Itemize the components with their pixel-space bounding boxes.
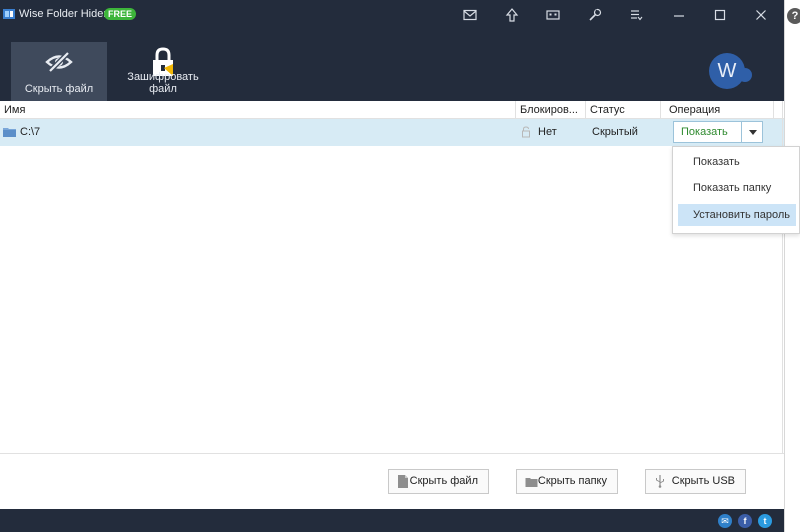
- upgrade-icon[interactable]: [504, 7, 520, 23]
- background-window-strip: [784, 0, 800, 532]
- column-header-lock[interactable]: Блокиров...: [516, 101, 586, 119]
- free-badge: FREE: [104, 8, 137, 20]
- menu-item-set-password[interactable]: Установить пароль: [678, 204, 796, 226]
- unlocked-icon: [522, 126, 530, 138]
- hidden-eye-icon: [45, 51, 73, 73]
- app-logo-icon: [3, 9, 15, 19]
- operation-dropdown[interactable]: Показать: [673, 121, 763, 143]
- mail-icon[interactable]: ✉: [718, 514, 732, 528]
- tools-icon[interactable]: [587, 7, 603, 23]
- usb-icon: [656, 475, 664, 488]
- main-toolbar: Скрыть файл Зашифровать файл: [0, 30, 784, 101]
- hide-file-tool-label: Скрыть файл: [24, 83, 94, 95]
- hide-usb-button-label: Скрыть USB: [671, 475, 735, 487]
- table-header: Имя Блокиров... Статус Операция: [0, 101, 784, 119]
- hide-file-tool-button[interactable]: Скрыть файл: [11, 42, 107, 101]
- hide-file-button[interactable]: Скрыть файл: [388, 469, 489, 494]
- facebook-icon[interactable]: f: [738, 514, 752, 528]
- column-header-operation[interactable]: Операция: [661, 101, 774, 119]
- encrypt-file-tool-label: Зашифровать файл: [127, 71, 199, 95]
- close-icon[interactable]: [753, 7, 769, 23]
- hide-usb-button[interactable]: Скрыть USB: [645, 469, 746, 494]
- app-window: Wise Folder Hider FREE Скрыть файл Зашиф…: [0, 0, 784, 532]
- menu-item-show[interactable]: Показать: [678, 151, 796, 173]
- table-row[interactable]: C:\7 Нет Скрытый: [0, 119, 784, 146]
- hide-folder-button[interactable]: Скрыть папку: [516, 469, 618, 494]
- hide-file-button-label: Скрыть файл: [409, 475, 478, 487]
- folder-icon: [3, 128, 16, 137]
- help-icon[interactable]: ?: [787, 8, 800, 24]
- encrypt-file-tool-button[interactable]: Зашифровать файл: [112, 42, 214, 101]
- twitter-icon[interactable]: t: [758, 514, 772, 528]
- row-status: Скрытый: [592, 126, 638, 138]
- file-icon: [398, 475, 408, 488]
- column-header-name[interactable]: Имя: [0, 101, 516, 119]
- feedback-icon[interactable]: [545, 7, 561, 23]
- footer-bar: ✉ f t: [0, 509, 784, 532]
- folder-icon: [525, 478, 538, 487]
- menu-item-show-folder[interactable]: Показать папку: [678, 177, 796, 199]
- chevron-down-icon[interactable]: [749, 130, 757, 135]
- bottom-action-bar: Скрыть файл Скрыть папку Скрыть USB: [0, 453, 784, 509]
- menu-icon[interactable]: [628, 7, 644, 23]
- title-bar: Wise Folder Hider FREE: [0, 0, 784, 30]
- column-header-status[interactable]: Статус: [586, 101, 661, 119]
- row-path: C:\7: [20, 126, 41, 138]
- avatar-status-dot: [738, 68, 752, 82]
- operation-separator: [741, 122, 742, 142]
- minimize-icon[interactable]: [671, 7, 687, 23]
- app-title: Wise Folder Hider: [19, 8, 108, 20]
- mail-icon[interactable]: [462, 7, 478, 23]
- maximize-icon[interactable]: [712, 7, 728, 23]
- operation-selected-label: Показать: [681, 126, 728, 138]
- row-lock-status: Нет: [538, 126, 557, 138]
- operation-menu: Показать Показать папку Установить парол…: [672, 146, 800, 234]
- hide-folder-button-label: Скрыть папку: [537, 475, 607, 487]
